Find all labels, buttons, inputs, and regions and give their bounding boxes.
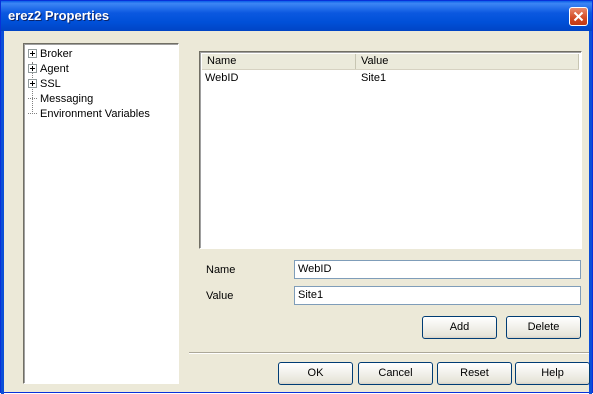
tree-item-label: Environment Variables (40, 108, 150, 120)
title-bar[interactable]: erez2 Properties (1, 1, 592, 31)
list-header: Name Value (202, 54, 579, 70)
settings-tree[interactable]: Broker Agent SSL Messaging Environment V… (23, 43, 179, 384)
close-icon (573, 11, 584, 22)
help-button[interactable]: Help (515, 362, 590, 385)
cancel-button[interactable]: Cancel (358, 362, 433, 385)
tree-item-label: Agent (40, 63, 69, 75)
value-label: Value (206, 290, 234, 302)
variables-list[interactable]: Name Value WebID Site1 (199, 51, 582, 249)
tree-item-broker[interactable]: Broker (28, 47, 72, 61)
window-border-right (589, 31, 592, 394)
reset-button[interactable]: Reset (437, 362, 512, 385)
tree-item-agent[interactable]: Agent (28, 62, 69, 76)
expand-plus-icon[interactable] (28, 78, 37, 88)
expand-plus-icon[interactable] (28, 63, 37, 73)
tree-item-messaging[interactable]: Messaging (24, 92, 93, 106)
delete-button[interactable]: Delete (506, 316, 581, 339)
column-header-value[interactable]: Value (356, 54, 579, 69)
window-title: erez2 Properties (8, 8, 110, 23)
window-border-left (1, 31, 4, 394)
separator-line (189, 352, 589, 354)
tree-item-label: SSL (40, 78, 61, 90)
list-item-value: Site1 (361, 72, 387, 84)
add-button[interactable]: Add (422, 316, 497, 339)
ok-button[interactable]: OK (278, 362, 353, 385)
tree-item-ssl[interactable]: SSL (28, 77, 61, 91)
tree-branch-line (28, 98, 37, 100)
close-button[interactable] (569, 7, 588, 26)
tree-item-label: Broker (40, 48, 73, 60)
tree-item-label: Messaging (40, 93, 94, 105)
list-item-name: WebID (205, 72, 239, 84)
value-field[interactable]: Site1 (294, 286, 581, 305)
name-field[interactable]: WebID (294, 260, 581, 279)
expand-plus-icon[interactable] (28, 48, 37, 58)
tree-branch-line (28, 113, 37, 115)
column-header-name[interactable]: Name (202, 54, 356, 69)
properties-dialog: erez2 Properties Broker Agent SSL Messag… (0, 0, 593, 394)
name-label: Name (206, 264, 236, 276)
tree-item-environment-variables[interactable]: Environment Variables (24, 107, 150, 121)
list-item[interactable]: WebID Site1 (202, 71, 579, 85)
